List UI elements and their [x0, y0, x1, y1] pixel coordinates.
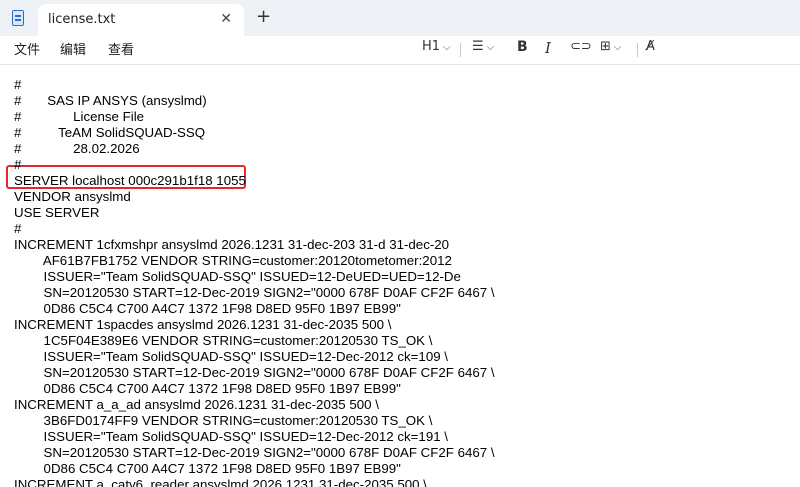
link-icon[interactable]: ⊂⊃ [570, 39, 592, 54]
close-tab-icon[interactable]: ✕ [220, 11, 232, 27]
text-line: 1C5F04E389E6 VENDOR STRING=customer:2012… [14, 333, 433, 348]
chevron-down-icon: ⌵ [443, 42, 451, 53]
text-line: # [14, 157, 22, 172]
text-editor[interactable]: # # SAS IP ANSYS (ansyslmd) # License File… [0, 64, 800, 487]
text-line: VENDOR ansyslmd [14, 189, 131, 204]
tab-license-txt[interactable]: license.txt ✕ [38, 4, 244, 36]
chevron-down-icon: ⌵ [613, 42, 622, 53]
text-line: INCREMENT 1spacdes ansyslmd 2026.1231 31… [14, 317, 392, 332]
text-line: ISSUER="Team SolidSQUAD-SSQ" ISSUED=12-D… [14, 269, 461, 284]
menu-edit[interactable]: 编辑 [60, 39, 86, 58]
text-line: 0D86 C5C4 C700 A4C7 1372 1F98 D8ED 95F0 … [14, 301, 401, 316]
list-icon: ☰ [472, 39, 484, 54]
text-line: # TeAM SolidSQUAD-SSQ [14, 125, 206, 140]
table-dropdown[interactable]: ⊞ ⌵ [600, 39, 622, 54]
text-line: # License File [14, 109, 145, 124]
text-line: 0D86 C5C4 C700 A4C7 1372 1F98 D8ED 95F0 … [14, 381, 401, 396]
tab-title: license.txt [48, 12, 116, 27]
server-line: SERVER localhost 000c291b1f18 1055 [14, 173, 246, 188]
new-tab-button[interactable]: + [256, 6, 271, 27]
text-line: SN=20120530 START=12-Dec-2019 SIGN2="000… [14, 285, 495, 300]
list-dropdown[interactable]: ☰ ⌵ [472, 39, 494, 54]
toolbar-divider [637, 43, 638, 57]
text-line: 0D86 C5C4 C700 A4C7 1372 1F98 D8ED 95F0 … [14, 461, 401, 476]
text-line: # 28.02.2026 [14, 141, 140, 156]
text-line: SN=20120530 START=12-Dec-2019 SIGN2="000… [14, 445, 495, 460]
toolbar-divider [460, 43, 461, 57]
notepad-app-icon [12, 10, 24, 26]
heading-label: H1 [422, 39, 441, 54]
heading-dropdown[interactable]: H1 ⌵ [422, 39, 451, 54]
clear-formatting-icon[interactable]: A̸ [646, 39, 655, 54]
menu-file[interactable]: 文件 [14, 39, 40, 58]
text-line: ISSUER="Team SolidSQUAD-SSQ" ISSUED=12-D… [14, 429, 449, 444]
italic-button[interactable]: I [545, 39, 551, 57]
text-line: USE SERVER [14, 205, 100, 220]
text-line: INCREMENT a_a_ad ansyslmd 2026.1231 31-d… [14, 397, 379, 412]
text-line: ISSUER="Team SolidSQUAD-SSQ" ISSUED=12-D… [14, 349, 449, 364]
chevron-down-icon: ⌵ [486, 42, 495, 53]
menu-view[interactable]: 查看 [108, 39, 134, 58]
text-line: AF61B7FB1752 VENDOR STRING=customer:2012… [14, 253, 452, 268]
text-line: SN=20120530 START=12-Dec-2019 SIGN2="000… [14, 365, 495, 380]
text-line: INCREMENT 1cfxmshpr ansyslmd 2026.1231 3… [14, 237, 450, 252]
title-bar: license.txt ✕ + [0, 0, 800, 36]
bold-button[interactable]: B [517, 39, 528, 55]
text-line: # [14, 77, 22, 92]
text-line: 3B6FD0174FF9 VENDOR STRING=customer:2012… [14, 413, 433, 428]
text-line: # SAS IP ANSYS (ansyslmd) [14, 93, 207, 108]
text-line: # [14, 221, 22, 236]
menu-bar: 文件 编辑 查看 H1 ⌵ ☰ ⌵ B I ⊂⊃ ⊞ ⌵ A̸ [0, 36, 800, 62]
table-icon: ⊞ [600, 39, 611, 54]
